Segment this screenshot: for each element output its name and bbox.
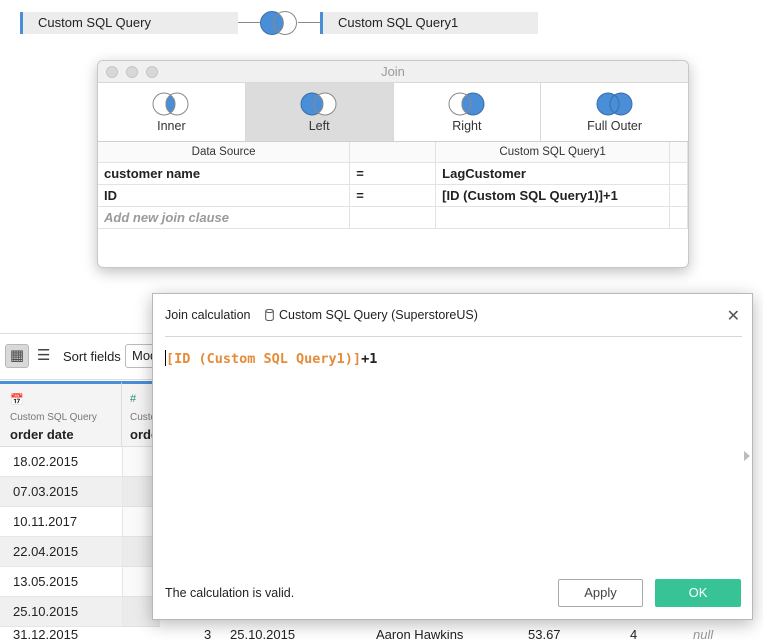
join-type-left-label: Left	[308, 119, 330, 133]
table-row: 07.03.2015	[0, 477, 160, 507]
join-type-right[interactable]: Right	[394, 83, 542, 141]
header-left-source: Data Source	[98, 142, 351, 163]
datasource-left[interactable]: Custom SQL Query	[20, 12, 238, 34]
table-row-partial: 31.12.2015 3 25.10.2015 Aaron Hawkins 53…	[0, 630, 763, 641]
join-type-inner-label: Inner	[157, 119, 186, 133]
join-type-left[interactable]: Left	[245, 83, 394, 141]
column-header[interactable]: 📅 Custom SQL Query order date	[0, 381, 122, 447]
join-type-full-outer-label: Full Outer	[587, 119, 643, 133]
clause-right-field[interactable]: LagCustomer	[435, 162, 670, 185]
cell: null	[693, 630, 714, 641]
cell-order-date: 25.10.2015	[13, 604, 79, 619]
list-icon: ☰	[37, 347, 51, 364]
close-icon[interactable]: ✕	[727, 306, 740, 326]
calc-source-label: Custom SQL Query (SuperstoreUS)	[279, 308, 478, 322]
grid-view-button[interactable]: ▦	[5, 344, 29, 368]
calc-title: Join calculation	[165, 308, 251, 322]
clause-left-field[interactable]: customer name	[98, 162, 351, 185]
header-operator	[349, 142, 437, 163]
cell: 53.67	[528, 630, 561, 641]
grid-icon: ▦	[9, 347, 25, 364]
divider	[165, 336, 742, 337]
database-icon	[265, 309, 274, 321]
formula-operator: +1	[361, 351, 378, 367]
join-clause-row[interactable]: customer name = LagCustomer	[98, 162, 688, 185]
header-right-source: Custom SQL Query1	[435, 142, 670, 163]
calendar-icon: 📅	[10, 394, 24, 406]
join-type-selector: Inner Left Right Full Outer	[98, 83, 688, 142]
calc-source[interactable]: Custom SQL Query (SuperstoreUS)	[265, 308, 478, 322]
left-join-icon	[300, 92, 337, 116]
table-row: 10.11.2017	[0, 507, 160, 537]
join-titlebar: Join	[98, 61, 688, 83]
join-clause-header: Data Source Custom SQL Query1	[98, 142, 688, 163]
join-venn-icon[interactable]	[259, 10, 299, 36]
clause-operator[interactable]: =	[349, 162, 437, 185]
table-row: 25.10.2015	[0, 597, 160, 627]
header-spacer	[669, 142, 688, 163]
join-type-full-outer[interactable]: Full Outer	[541, 83, 688, 141]
column-source: Custom SQL Query	[10, 412, 97, 423]
sort-fields-label: Sort fields	[63, 349, 121, 364]
join-type-right-label: Right	[452, 119, 482, 133]
cell: 31.12.2015	[13, 630, 79, 641]
calc-formula-editor[interactable]: [ID (Custom SQL Query1)]+1	[165, 350, 377, 367]
expand-arrow-icon[interactable]	[744, 451, 750, 461]
minimize-window-button[interactable]	[126, 66, 138, 78]
add-clause-empty-cell	[435, 206, 670, 229]
ok-button[interactable]: OK	[655, 579, 741, 607]
hash-icon: #	[130, 393, 137, 405]
cell-order-date: 10.11.2017	[13, 514, 78, 529]
add-clause-empty-cell	[669, 206, 688, 229]
cell: Aaron Hawkins	[376, 630, 464, 641]
clause-right-field[interactable]: [ID (Custom SQL Query1)]+1	[435, 184, 670, 207]
clause-operator[interactable]: =	[349, 184, 437, 207]
datasource-right[interactable]: Custom SQL Query1	[320, 12, 538, 34]
cell-order-date: 07.03.2015	[13, 484, 79, 499]
list-view-button[interactable]: ☰	[37, 346, 50, 364]
cell: 4	[630, 630, 638, 641]
join-clause-table: Data Source Custom SQL Query1 customer n…	[98, 142, 688, 229]
table-row: 13.05.2015	[0, 567, 160, 597]
cell-order-date: 18.02.2015	[13, 454, 79, 469]
clause-spacer	[669, 184, 688, 207]
join-calculation-dialog: Join calculation Custom SQL Query (Super…	[152, 293, 753, 620]
grid-toolbar: ▦ ☰ Sort fields Mod	[0, 333, 165, 380]
join-dialog: Join Inner Left Right Full Outer Data So…	[97, 60, 689, 268]
join-type-inner[interactable]: Inner	[98, 83, 246, 141]
table-row: 18.02.2015	[0, 447, 160, 477]
close-window-button[interactable]	[106, 66, 118, 78]
zoom-window-button[interactable]	[146, 66, 158, 78]
clause-left-field[interactable]: ID	[98, 184, 351, 207]
calc-status: The calculation is valid.	[165, 586, 295, 600]
formula-field: [ID (Custom SQL Query1)]	[166, 351, 362, 367]
cell: 25.10.2015	[230, 630, 296, 641]
add-join-clause-row[interactable]: Add new join clause	[98, 206, 688, 229]
add-clause-empty-cell	[349, 206, 437, 229]
right-join-icon	[448, 92, 485, 116]
inner-join-icon	[152, 92, 189, 116]
table-row: 22.04.2015	[0, 537, 160, 567]
join-clause-row[interactable]: ID = [ID (Custom SQL Query1)]+1	[98, 184, 688, 207]
clause-spacer	[669, 162, 688, 185]
apply-button[interactable]: Apply	[558, 579, 643, 607]
connector-line-right	[298, 22, 320, 23]
full-outer-join-icon	[596, 92, 633, 116]
cell-order-date: 13.05.2015	[13, 574, 79, 589]
column-name: order date	[10, 427, 74, 442]
join-title: Join	[381, 64, 405, 79]
cell-order-date: 22.04.2015	[13, 544, 79, 559]
cell: 3	[204, 630, 212, 641]
add-join-clause[interactable]: Add new join clause	[98, 206, 351, 229]
connector-line-left	[238, 22, 260, 23]
